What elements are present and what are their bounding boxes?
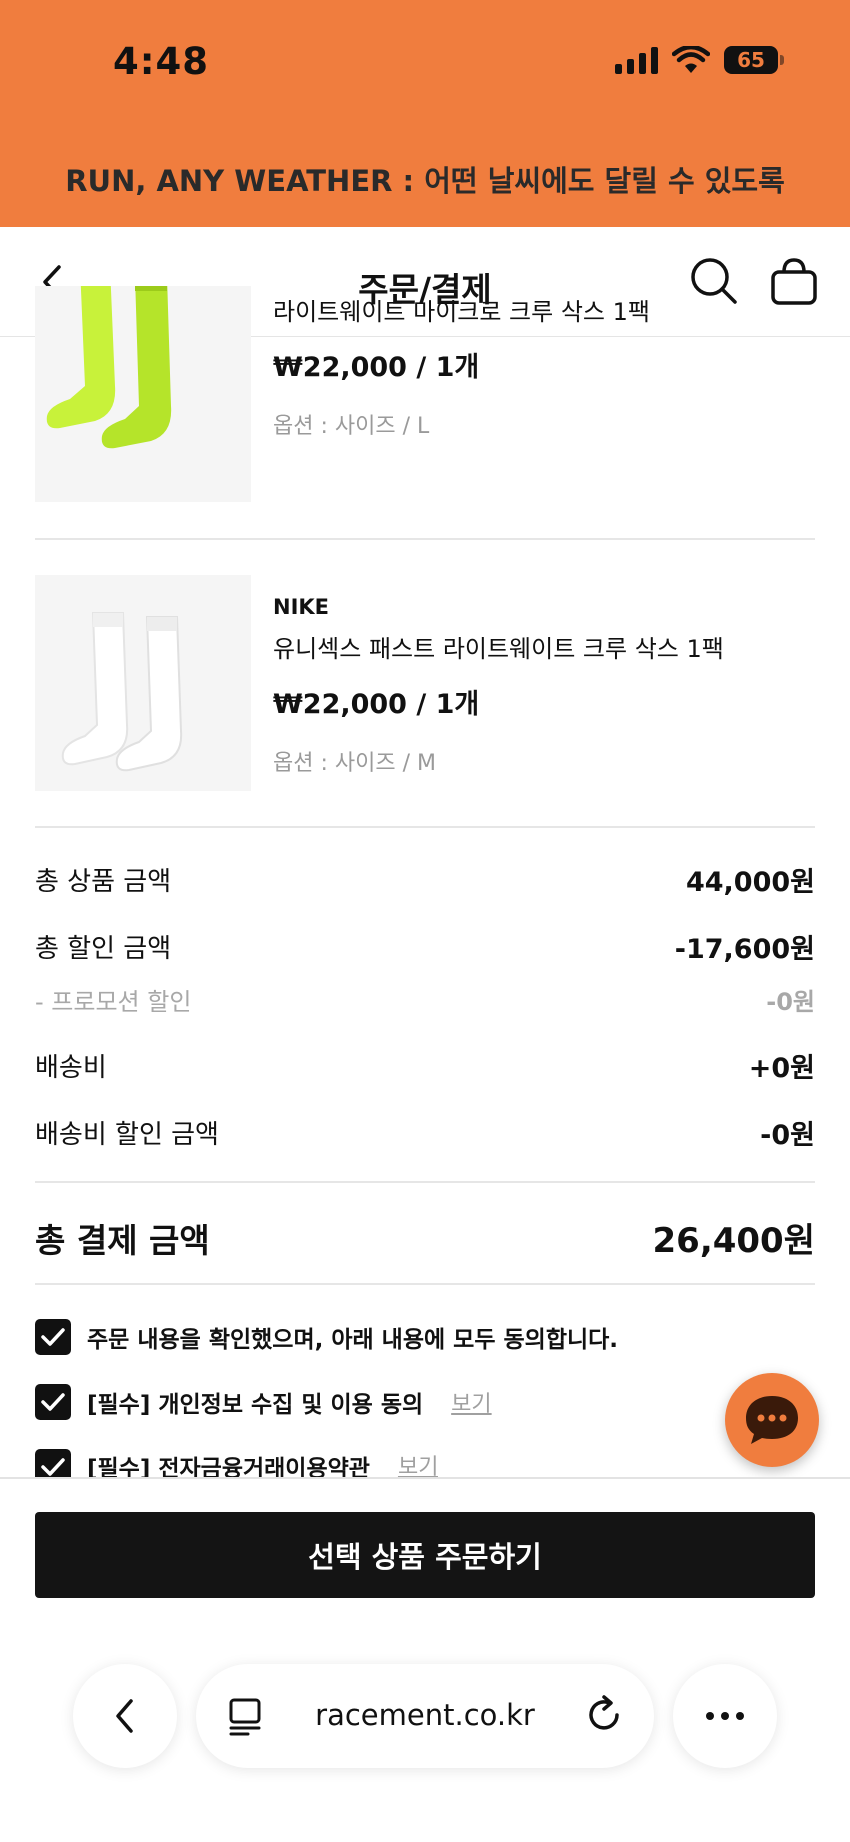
discount-total-value: -17,600원 [674,934,815,965]
promo-discount-row: - 프로모션 할인 -0원 [35,982,815,1017]
battery-icon: 65 [724,46,784,74]
shipping-value: +0원 [748,1053,815,1084]
product-total-value: 44,000원 [685,867,815,898]
grand-total-value: 26,400원 [652,1221,815,1261]
agree-all-label: 주문 내용을 확인했으며, 아래 내용에 모두 동의합니다. [87,1327,619,1353]
promo-discount-label: - 프로모션 할인 [35,988,192,1016]
address-bar[interactable]: racement.co.kr [196,1664,654,1768]
divider [35,538,815,540]
product-option: 옵션 : 사이즈 / L [273,414,430,439]
grand-total-label: 총 결제 금액 [35,1220,210,1260]
divider [35,826,815,828]
privacy-label: [필수] 개인정보 수집 및 이용 동의 [87,1392,424,1418]
shipping-label: 배송비 [35,1053,107,1083]
battery-level: 65 [737,48,765,72]
promo-banner-area: 4:48 65 RUN, ANY WEATHER : 어떤 날씨에도 달릴 수 … [0,0,850,227]
product-info: NIKE 유니섹스 패스트 라이트웨이트 크루 삭스 1팩 ₩22,000 / … [273,575,724,777]
product-item[interactable]: 라이트웨이트 마이크로 크루 삭스 1팩 ₩22,000 / 1개 옵션 : 사… [35,286,815,502]
divider [35,1181,815,1183]
product-item[interactable]: NIKE 유니섹스 패스트 라이트웨이트 크루 삭스 1팩 ₩22,000 / … [35,575,815,791]
agree-all-row[interactable]: 주문 내용을 확인했으며, 아래 내용에 모두 동의합니다. [35,1319,618,1355]
more-dots-icon [706,1712,744,1720]
efinance-label: [필수] 전자금융거래이용약관 [87,1456,370,1477]
bottom-action-bar: 선택 상품 주문하기 [0,1477,850,1842]
agree-all-checkbox[interactable] [35,1319,71,1355]
order-button[interactable]: 선택 상품 주문하기 [35,1512,815,1598]
efinance-agree-row[interactable]: [필수] 전자금융거래이용약관 보기 [35,1449,438,1477]
product-name: 유니섹스 패스트 라이트웨이트 크루 삭스 1팩 [273,635,724,663]
privacy-view-link[interactable]: 보기 [451,1386,491,1418]
more-options-button[interactable] [673,1664,777,1768]
wifi-icon [672,46,710,73]
grand-total-row: 총 결제 금액 26,400원 [35,1213,815,1262]
product-price: ₩22,000 / 1개 [273,352,480,383]
privacy-agree-row[interactable]: [필수] 개인정보 수집 및 이용 동의 보기 [35,1384,492,1420]
chevron-left-icon [116,1699,133,1733]
product-total-row: 총 상품 금액 44,000원 [35,860,815,899]
product-image [35,286,251,502]
browser-back-button[interactable] [73,1664,177,1768]
product-name: 라이트웨이트 마이크로 크루 삭스 1팩 [273,298,650,326]
shipping-discount-label: 배송비 할인 금액 [35,1120,219,1150]
chat-bubble-icon [746,1396,798,1444]
efinance-view-link[interactable]: 보기 [398,1449,438,1477]
product-total-label: 총 상품 금액 [35,867,172,897]
product-option: 옵션 : 사이즈 / M [273,751,436,776]
product-brand: NIKE [273,595,330,619]
discount-total-row: 총 할인 금액 -17,600원 [35,927,815,966]
shipping-discount-value: -0원 [760,1120,815,1151]
banner-text[interactable]: RUN, ANY WEATHER : 어떤 날씨에도 달릴 수 있도록 [0,158,850,200]
privacy-checkbox[interactable] [35,1384,71,1420]
browser-toolbar: racement.co.kr [0,1661,850,1771]
product-price: ₩22,000 / 1개 [273,689,480,720]
product-image [35,575,251,791]
cellular-signal-icon [615,46,658,74]
shipping-row: 배송비 +0원 [35,1046,815,1085]
promo-discount-value: -0원 [766,988,815,1016]
shipping-discount-row: 배송비 할인 금액 -0원 [35,1113,815,1152]
efinance-checkbox[interactable] [35,1449,71,1477]
product-info: 라이트웨이트 마이크로 크루 삭스 1팩 ₩22,000 / 1개 옵션 : 사… [273,286,650,440]
status-icons: 65 [615,46,784,74]
reload-icon[interactable] [584,1694,626,1736]
status-time: 4:48 [113,40,210,83]
discount-total-label: 총 할인 금액 [35,934,172,964]
divider [35,1283,815,1285]
chat-button[interactable] [725,1373,819,1467]
